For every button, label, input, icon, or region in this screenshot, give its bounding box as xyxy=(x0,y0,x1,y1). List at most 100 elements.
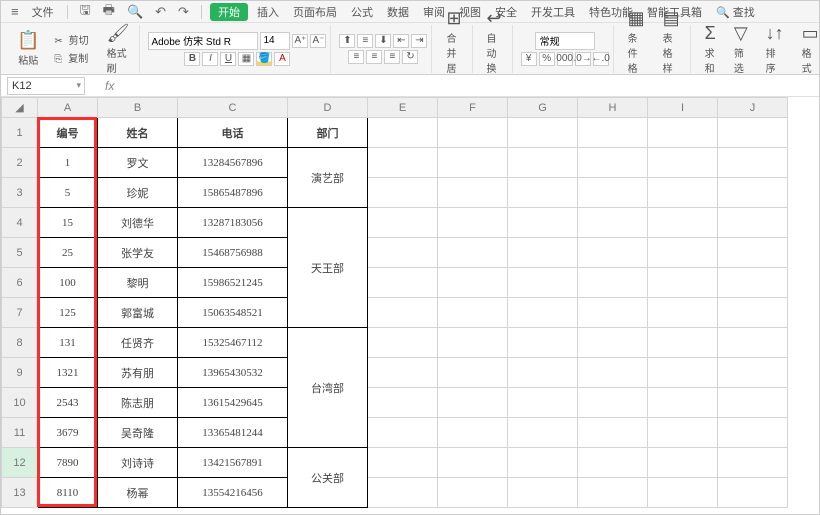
cell[interactable] xyxy=(578,388,648,418)
cell[interactable] xyxy=(508,358,578,388)
cell[interactable]: 刘诗诗 xyxy=(98,448,178,478)
menu-file[interactable]: 文件 xyxy=(27,3,59,21)
row-head[interactable]: 3 xyxy=(2,178,38,208)
cell[interactable] xyxy=(648,418,718,448)
font-size-select[interactable] xyxy=(260,32,290,50)
cell[interactable] xyxy=(368,418,438,448)
cell[interactable] xyxy=(578,118,648,148)
fx-label[interactable]: fx xyxy=(105,79,114,93)
cell[interactable]: 15865487896 xyxy=(178,178,288,208)
percent-icon[interactable]: % xyxy=(539,52,555,66)
align-center-icon[interactable]: ≡ xyxy=(366,50,382,64)
currency-icon[interactable]: ¥ xyxy=(521,52,537,66)
cell[interactable] xyxy=(718,178,788,208)
cell[interactable] xyxy=(648,388,718,418)
cell[interactable] xyxy=(578,238,648,268)
col-F-head[interactable]: F xyxy=(438,98,508,118)
cell[interactable]: 杨幂 xyxy=(98,478,178,508)
col-C-head[interactable]: C xyxy=(178,98,288,118)
cell[interactable] xyxy=(578,268,648,298)
cell[interactable] xyxy=(368,358,438,388)
cell[interactable] xyxy=(648,298,718,328)
cell[interactable] xyxy=(438,268,508,298)
cell[interactable] xyxy=(648,328,718,358)
orient-icon[interactable]: ↻ xyxy=(402,50,418,64)
cell[interactable] xyxy=(438,208,508,238)
indent-dec-icon[interactable]: ⇤ xyxy=(393,34,409,48)
cell[interactable] xyxy=(368,148,438,178)
cell[interactable]: 郭富城 xyxy=(98,298,178,328)
cell[interactable] xyxy=(718,268,788,298)
cell[interactable] xyxy=(648,358,718,388)
cell[interactable] xyxy=(718,418,788,448)
cell[interactable] xyxy=(578,208,648,238)
print-icon[interactable]: 🖶 xyxy=(99,1,119,23)
cell[interactable] xyxy=(508,118,578,148)
cell[interactable]: 13284567896 xyxy=(178,148,288,178)
cell[interactable]: 珍妮 xyxy=(98,178,178,208)
cell[interactable] xyxy=(438,148,508,178)
row-head[interactable]: 10 xyxy=(2,388,38,418)
cell[interactable] xyxy=(438,358,508,388)
cell[interactable]: 125 xyxy=(38,298,98,328)
cell[interactable] xyxy=(718,118,788,148)
row-head[interactable]: 7 xyxy=(2,298,38,328)
cell[interactable] xyxy=(578,478,648,508)
name-box[interactable]: K12 xyxy=(7,77,85,95)
fill-color-icon[interactable]: 🪣 xyxy=(256,52,272,66)
cell[interactable] xyxy=(718,208,788,238)
row-head[interactable]: 2 xyxy=(2,148,38,178)
cell[interactable] xyxy=(648,268,718,298)
cell[interactable]: 罗文 xyxy=(98,148,178,178)
cell[interactable] xyxy=(508,148,578,178)
cell[interactable] xyxy=(578,178,648,208)
cell[interactable]: 13554216456 xyxy=(178,478,288,508)
cell[interactable] xyxy=(578,298,648,328)
cell[interactable]: 刘德华 xyxy=(98,208,178,238)
cell[interactable]: 公关部 xyxy=(288,448,368,508)
cell[interactable] xyxy=(508,418,578,448)
row-head[interactable]: 13 xyxy=(2,478,38,508)
menu-icon[interactable]: ≡ xyxy=(7,4,23,19)
align-top-icon[interactable]: ⬆ xyxy=(339,34,355,48)
cell[interactable] xyxy=(718,358,788,388)
undo-icon[interactable]: ↶ xyxy=(151,4,170,20)
cell[interactable] xyxy=(508,328,578,358)
cell[interactable]: 15986521245 xyxy=(178,268,288,298)
cell[interactable] xyxy=(578,328,648,358)
cell[interactable]: 15468756988 xyxy=(178,238,288,268)
cell[interactable]: 13421567891 xyxy=(178,448,288,478)
comma-icon[interactable]: 000 xyxy=(557,52,573,66)
cell[interactable]: 黎明 xyxy=(98,268,178,298)
cell[interactable] xyxy=(508,448,578,478)
cell[interactable]: 7890 xyxy=(38,448,98,478)
format-button[interactable]: ▭ 格式 xyxy=(796,21,820,77)
cell[interactable] xyxy=(368,268,438,298)
grid-area[interactable]: ◢ A B C D E F G H I J 1编号姓名电话部门21罗文13284… xyxy=(1,97,819,514)
align-left-icon[interactable]: ≡ xyxy=(348,50,364,64)
cell[interactable] xyxy=(718,298,788,328)
col-I-head[interactable]: I xyxy=(648,98,718,118)
cell[interactable] xyxy=(718,388,788,418)
cell[interactable] xyxy=(368,298,438,328)
cell[interactable] xyxy=(648,148,718,178)
cell[interactable]: 编号 xyxy=(38,118,98,148)
cell[interactable] xyxy=(648,478,718,508)
tab-formula[interactable]: 公式 xyxy=(346,3,378,21)
cell[interactable]: 13615429645 xyxy=(178,388,288,418)
cell[interactable]: 天王部 xyxy=(288,208,368,328)
cell[interactable]: 1321 xyxy=(38,358,98,388)
cell[interactable] xyxy=(718,448,788,478)
cell[interactable] xyxy=(508,388,578,418)
cell[interactable] xyxy=(648,208,718,238)
decrease-font-icon[interactable]: A⁻ xyxy=(310,34,326,48)
cell[interactable] xyxy=(438,178,508,208)
cell[interactable]: 3679 xyxy=(38,418,98,448)
cell[interactable] xyxy=(648,118,718,148)
cell[interactable] xyxy=(438,418,508,448)
increase-font-icon[interactable]: A⁺ xyxy=(292,34,308,48)
cell[interactable] xyxy=(508,298,578,328)
cell[interactable] xyxy=(368,328,438,358)
cell[interactable]: 任贤齐 xyxy=(98,328,178,358)
col-D-head[interactable]: D xyxy=(288,98,368,118)
